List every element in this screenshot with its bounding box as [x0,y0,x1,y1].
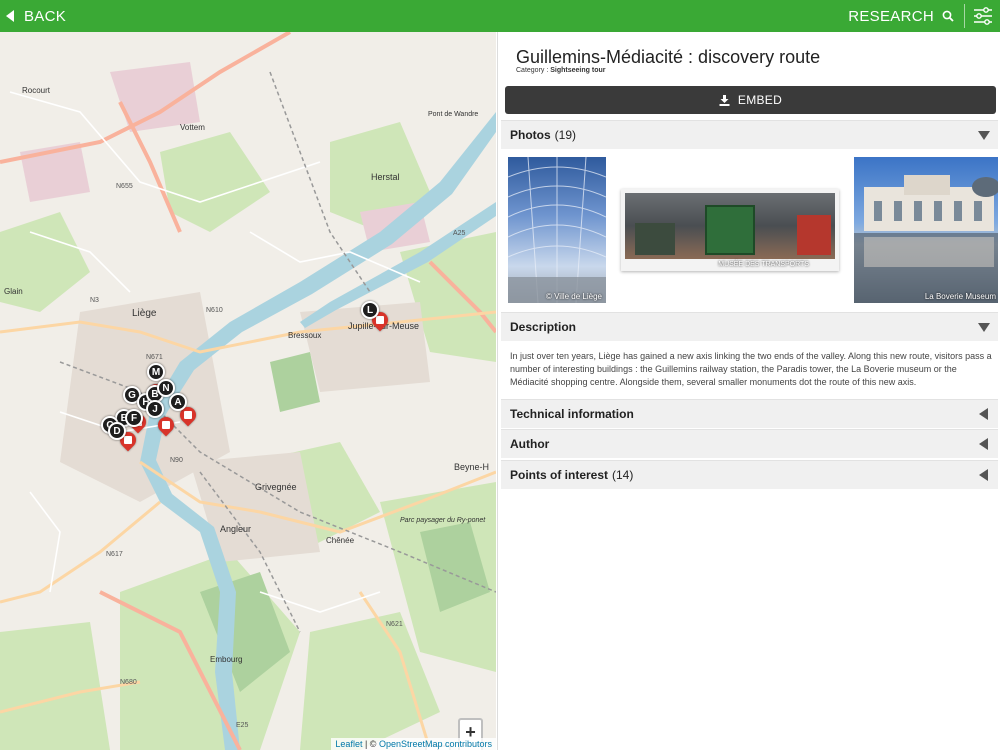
road-label-n3: N3 [90,297,99,304]
description-label: Description [510,320,577,334]
photo-museum-image [854,175,998,303]
map-label-angleur: Angleur [220,524,251,534]
road-label-n617: N617 [106,551,123,558]
back-button[interactable]: BACK [6,0,66,32]
photos-label: Photos [510,128,551,142]
road-label-n621: N621 [386,621,403,628]
technical-section-header[interactable]: Technical information [501,399,998,428]
map-label-glain: Glain [4,287,23,296]
map-label-parc: Parc paysager du Ry-ponet [400,517,486,524]
caret-left-icon [979,469,988,481]
attribution-separator: | © [362,739,379,749]
map-attribution: Leaflet | © OpenStreetMap contributors [331,738,496,750]
poi-section-header[interactable]: Points of interest (14) [501,460,998,489]
category-value: Sightseeing tour [550,67,606,74]
map-view[interactable]: Rocourt Vottem Herstal Pont de Wandre Gl… [0,32,496,750]
road-label-e25: E25 [236,722,249,729]
author-label: Author [510,437,550,451]
poi-label: Points of interest [510,468,609,482]
route-marker-j[interactable]: J [146,400,164,418]
route-marker-f[interactable]: F [125,409,143,427]
photo-caption: MUSÉE DES TRANSPORTS [718,261,809,268]
road-label-n90: N90 [170,457,183,464]
road-label-n680: N680 [120,679,137,686]
road-label-n655: N655 [116,183,133,190]
photo-caption: La Boverie Museum [924,292,996,301]
topbar-divider [964,4,965,28]
detail-panel: Guillemins-Médiacité : discovery route C… [497,32,1000,750]
caret-down-icon [978,323,990,332]
map-label-herstal: Herstal [371,172,400,182]
embed-button[interactable]: EMBED [505,86,996,114]
download-icon [719,94,730,106]
photos-count: (19) [554,128,577,142]
top-bar: BACK RESEARCH [0,0,1000,32]
tram-shape [705,205,755,255]
author-section-header[interactable]: Author [501,429,998,458]
photo-item[interactable]: La Boverie Museum [854,157,998,303]
category-label: Category : [516,67,549,74]
page-title: Guillemins-Médiacité : discovery route [516,47,821,67]
leaflet-link[interactable]: Leaflet [335,739,362,749]
poi-count: (14) [612,468,634,482]
photo-item[interactable]: MUSÉE DES TRANSPORTS [621,189,839,271]
caret-left-icon [979,408,988,420]
technical-label: Technical information [510,407,634,421]
route-marker-m[interactable]: M [147,363,165,381]
photo-station-image [508,157,606,303]
road-label-n671: N671 [146,354,163,361]
road-label-n610: N610 [206,307,223,314]
map-label-rocourt: Rocourt [22,86,51,95]
osm-link[interactable]: OpenStreetMap contributors [379,739,492,749]
map-tiles: Rocourt Vottem Herstal Pont de Wandre Gl… [0,32,496,750]
sliders-icon[interactable] [972,5,994,27]
back-label: BACK [24,7,67,25]
route-marker-l[interactable]: L [361,301,379,319]
map-label-chenee: Chênée [326,536,355,545]
map-label-embourg: Embourg [210,655,242,664]
embed-label: EMBED [737,93,783,107]
tram-shape [797,215,831,255]
map-label-pont-de-wandre: Pont de Wandre [428,111,478,118]
map-label-beyne: Beyne-H [454,462,489,472]
caret-left-icon [979,438,988,450]
photos-section-header[interactable]: Photos (19) [501,120,998,149]
chevron-left-icon [6,10,14,22]
photo-item[interactable]: © Ville de Liège [508,157,606,303]
map-label-vottem: Vottem [180,123,205,132]
caret-down-icon [978,131,990,140]
tram-shape [635,223,675,255]
route-marker-d[interactable]: D [108,422,126,440]
map-label-bressoux: Bressoux [288,331,321,340]
photo-carousel[interactable]: © Ville de Liège MUSÉE DES TRANSPORTS La… [501,151,998,311]
research-label: RESEARCH [848,7,934,25]
photo-transport-image [625,193,835,259]
map-label-liege: Liège [132,308,157,319]
photo-caption: © Ville de Liège [545,292,602,301]
road-label-a25: A25 [453,230,466,237]
description-section-header[interactable]: Description [501,312,998,341]
search-icon [942,10,954,22]
description-text: In just over ten years, Liège has gained… [510,351,992,387]
category-line: Category : Sightseeing tour [516,67,605,74]
research-button[interactable]: RESEARCH [848,0,954,32]
map-label-grivegnee: Grivegnée [255,482,297,492]
route-marker-a[interactable]: A [169,393,187,411]
